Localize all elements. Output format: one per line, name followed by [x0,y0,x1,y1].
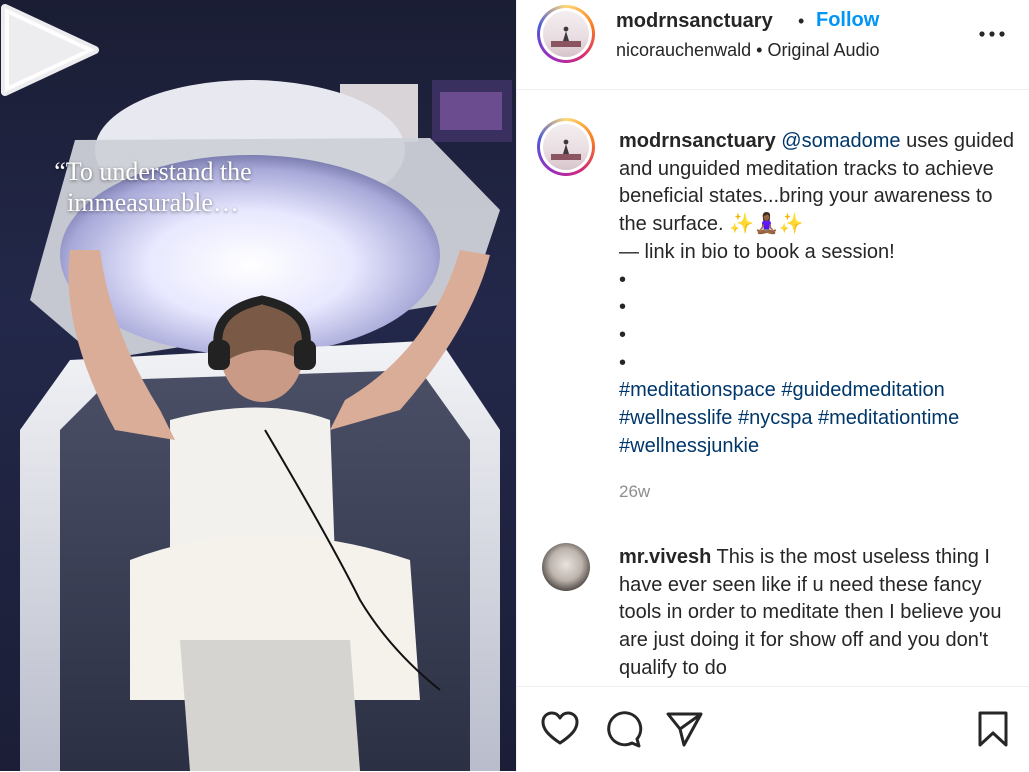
caption-bullet: • [619,296,627,319]
post-header: modrnsanctuary • Follow nicorauchenwald … [517,0,1029,90]
hashtag[interactable]: #wellnessjunkie [619,435,759,457]
hashtag[interactable]: #wellnesslife [619,407,732,429]
follow-button[interactable]: Follow [816,9,879,32]
post-timestamp[interactable]: 26w [619,482,650,502]
caption-bullet: • [619,268,627,291]
audio-separator: • [756,40,763,60]
reel-video[interactable]: “To understand the immeasurable… [0,0,516,771]
caption-avatar-image [543,124,589,170]
hashtag[interactable]: #meditationtime [818,407,959,429]
video-overlay-caption: “To understand the immeasurable… [54,157,252,217]
audio-user[interactable]: nicorauchenwald [616,40,751,60]
caption-bullet: • [619,323,627,346]
audio-label[interactable]: Original Audio [767,40,879,60]
header-separator: • [798,11,805,31]
comment: mr.vivesh This is the most useless thing… [619,544,1019,680]
heart-icon[interactable] [540,709,580,749]
caption-bullet: • [619,351,627,374]
caption-username[interactable]: modrnsanctuary [619,130,776,152]
caption-avatar[interactable] [537,118,595,176]
hashtag[interactable]: #nycspa [738,407,813,429]
audio-line: nicorauchenwald • Original Audio [616,40,880,61]
commenter-username[interactable]: mr.vivesh [619,546,711,568]
hashtag[interactable]: #meditationspace [619,379,776,401]
play-icon[interactable] [0,0,100,100]
more-options-icon[interactable] [977,22,1007,46]
comment-icon[interactable] [603,709,643,749]
profile-avatar[interactable] [537,5,595,63]
post-caption: modrnsanctuary @somadome uses guided and… [619,128,1019,460]
action-bar [517,686,1029,772]
hashtag[interactable]: #guidedmeditation [781,379,944,401]
share-icon[interactable] [664,709,704,749]
commenter-avatar[interactable] [542,543,590,591]
bookmark-icon[interactable] [973,709,1013,749]
caption-text-link: — link in bio to book a session! [619,240,895,263]
caption-mention[interactable]: @somadome [781,130,900,152]
post-panel: modrnsanctuary • Follow nicorauchenwald … [516,0,1029,772]
header-username[interactable]: modrnsanctuary [616,10,773,33]
video-scene [20,80,512,771]
avatar-image [543,11,589,57]
